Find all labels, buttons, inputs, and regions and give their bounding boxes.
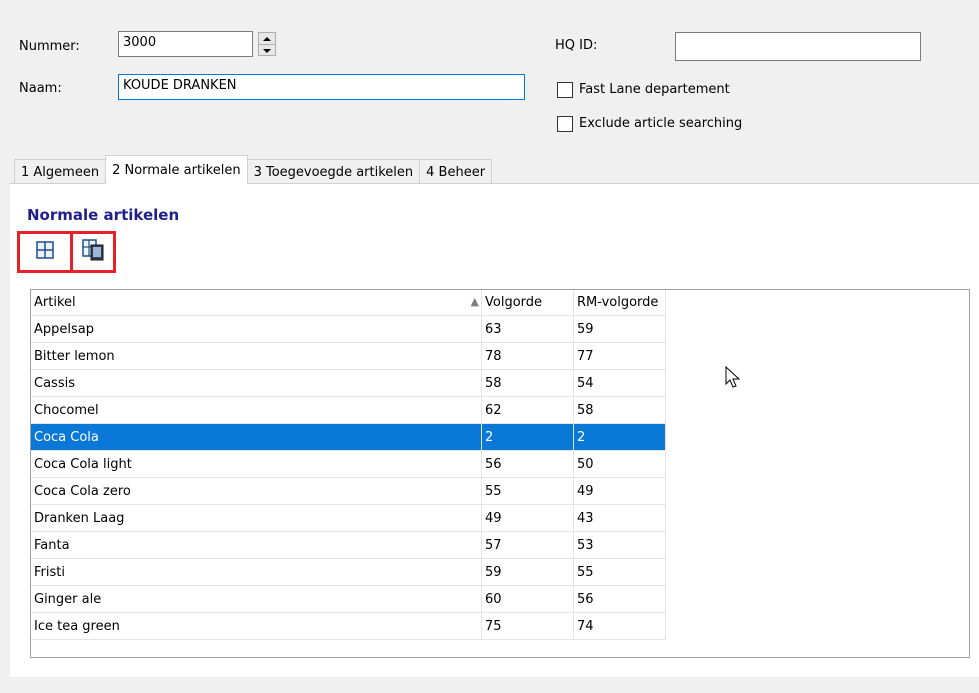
cell-artikel[interactable]: Fanta <box>31 531 482 559</box>
table-row[interactable]: Dranken Laag 49 43 <box>31 504 666 532</box>
sort-ascending-icon: ▲ <box>470 295 479 308</box>
cell-volgorde[interactable]: 58 <box>481 369 574 397</box>
cell-artikel[interactable]: Cassis <box>31 369 482 397</box>
cell-volgorde[interactable]: 57 <box>481 531 574 559</box>
panel-title: Normale artikelen <box>27 206 180 224</box>
cell-artikel[interactable]: Dranken Laag <box>31 504 482 532</box>
cell-artikel[interactable]: Ginger ale <box>31 585 482 613</box>
fastlane-checkbox[interactable] <box>557 82 573 98</box>
column-header-artikel-label: Artikel <box>34 295 76 310</box>
cell-rm-volgorde[interactable]: 50 <box>573 450 666 478</box>
cell-rm-volgorde[interactable]: 2 <box>573 423 666 451</box>
cell-rm-volgorde[interactable]: 53 <box>573 531 666 559</box>
cell-artikel[interactable]: Appelsap <box>31 315 482 343</box>
mouse-cursor-icon <box>725 365 741 394</box>
tab-beheer[interactable]: 4 Beheer <box>419 159 493 184</box>
table-row[interactable]: Fanta 57 53 <box>31 531 666 559</box>
tab-bar: 1 Algemeen 2 Normale artikelen 3 Toegevo… <box>14 155 493 184</box>
cell-rm-volgorde[interactable]: 56 <box>573 585 666 613</box>
nummer-label: Nummer: <box>19 39 80 54</box>
edit-row-button[interactable] <box>70 231 116 273</box>
cell-rm-volgorde[interactable]: 49 <box>573 477 666 505</box>
tab-normale-artikelen[interactable]: 2 Normale artikelen <box>105 155 248 184</box>
hqid-input[interactable] <box>675 32 921 61</box>
cell-volgorde[interactable]: 49 <box>481 504 574 532</box>
table-row[interactable]: Bitter lemon 78 77 <box>31 342 666 370</box>
column-header-artikel[interactable]: Artikel ▲ <box>31 290 482 316</box>
cell-rm-volgorde[interactable]: 77 <box>573 342 666 370</box>
naam-input[interactable]: KOUDE DRANKEN <box>118 74 525 100</box>
cell-volgorde[interactable]: 59 <box>481 558 574 586</box>
spin-up-icon[interactable] <box>259 33 275 45</box>
cell-rm-volgorde[interactable]: 54 <box>573 369 666 397</box>
cell-artikel[interactable]: Ice tea green <box>31 612 482 640</box>
add-row-button[interactable] <box>17 231 73 273</box>
exclude-checkbox[interactable] <box>557 116 573 132</box>
column-header-rm-volgorde[interactable]: RM-volgorde <box>573 290 666 316</box>
tab-panel: Normale artikelen Artikel ▲ Volgorde RM-… <box>10 183 979 677</box>
table-row[interactable]: Fristi 59 55 <box>31 558 666 586</box>
cell-volgorde[interactable]: 60 <box>481 585 574 613</box>
table-row[interactable]: Cassis 58 54 <box>31 369 666 397</box>
cell-artikel[interactable]: Coca Cola zero <box>31 477 482 505</box>
spin-down-icon[interactable] <box>259 45 275 56</box>
cell-rm-volgorde[interactable]: 59 <box>573 315 666 343</box>
table-row[interactable]: Ice tea green 75 74 <box>31 612 666 640</box>
artikel-table: Artikel ▲ Volgorde RM-volgorde Appelsap 63… <box>31 290 666 640</box>
table-row[interactable]: Ginger ale 60 56 <box>31 585 666 613</box>
nummer-input[interactable]: 3000 <box>118 31 253 57</box>
cell-rm-volgorde[interactable]: 58 <box>573 396 666 424</box>
cell-rm-volgorde[interactable]: 43 <box>573 504 666 532</box>
table-row[interactable]: Chocomel 62 58 <box>31 396 666 424</box>
table-row[interactable]: Appelsap 63 59 <box>31 315 666 343</box>
cell-artikel[interactable]: Coca Cola <box>31 423 482 451</box>
table-row-selected[interactable]: Coca Cola 2 2 <box>31 423 666 451</box>
naam-label: Naam: <box>19 81 62 96</box>
hqid-label: HQ ID: <box>555 38 598 53</box>
cell-artikel[interactable]: Coca Cola light <box>31 450 482 478</box>
cell-volgorde[interactable]: 62 <box>481 396 574 424</box>
fastlane-label: Fast Lane departement <box>579 82 730 97</box>
tab-toegevoegde-artikelen[interactable]: 3 Toegevoegde artikelen <box>246 159 421 184</box>
nummer-spinner[interactable] <box>258 32 276 56</box>
table-row[interactable]: Coca Cola light 56 50 <box>31 450 666 478</box>
cell-volgorde[interactable]: 75 <box>481 612 574 640</box>
exclude-label: Exclude article searching <box>579 116 743 131</box>
grid-edit-icon <box>82 239 104 265</box>
cell-volgorde[interactable]: 2 <box>481 423 574 451</box>
cell-artikel[interactable]: Bitter lemon <box>31 342 482 370</box>
cell-volgorde[interactable]: 63 <box>481 315 574 343</box>
cell-volgorde[interactable]: 56 <box>481 450 574 478</box>
column-header-volgorde[interactable]: Volgorde <box>481 290 574 316</box>
artikel-grid[interactable]: Artikel ▲ Volgorde RM-volgorde Appelsap 63… <box>30 289 970 658</box>
tab-algemeen[interactable]: 1 Algemeen <box>14 159 107 184</box>
cell-rm-volgorde[interactable]: 74 <box>573 612 666 640</box>
cell-rm-volgorde[interactable]: 55 <box>573 558 666 586</box>
grid-add-icon <box>36 241 54 263</box>
cell-volgorde[interactable]: 55 <box>481 477 574 505</box>
table-header-row: Artikel ▲ Volgorde RM-volgorde <box>31 290 666 316</box>
cell-volgorde[interactable]: 78 <box>481 342 574 370</box>
cell-artikel[interactable]: Chocomel <box>31 396 482 424</box>
table-row[interactable]: Coca Cola zero 55 49 <box>31 477 666 505</box>
cell-artikel[interactable]: Fristi <box>31 558 482 586</box>
